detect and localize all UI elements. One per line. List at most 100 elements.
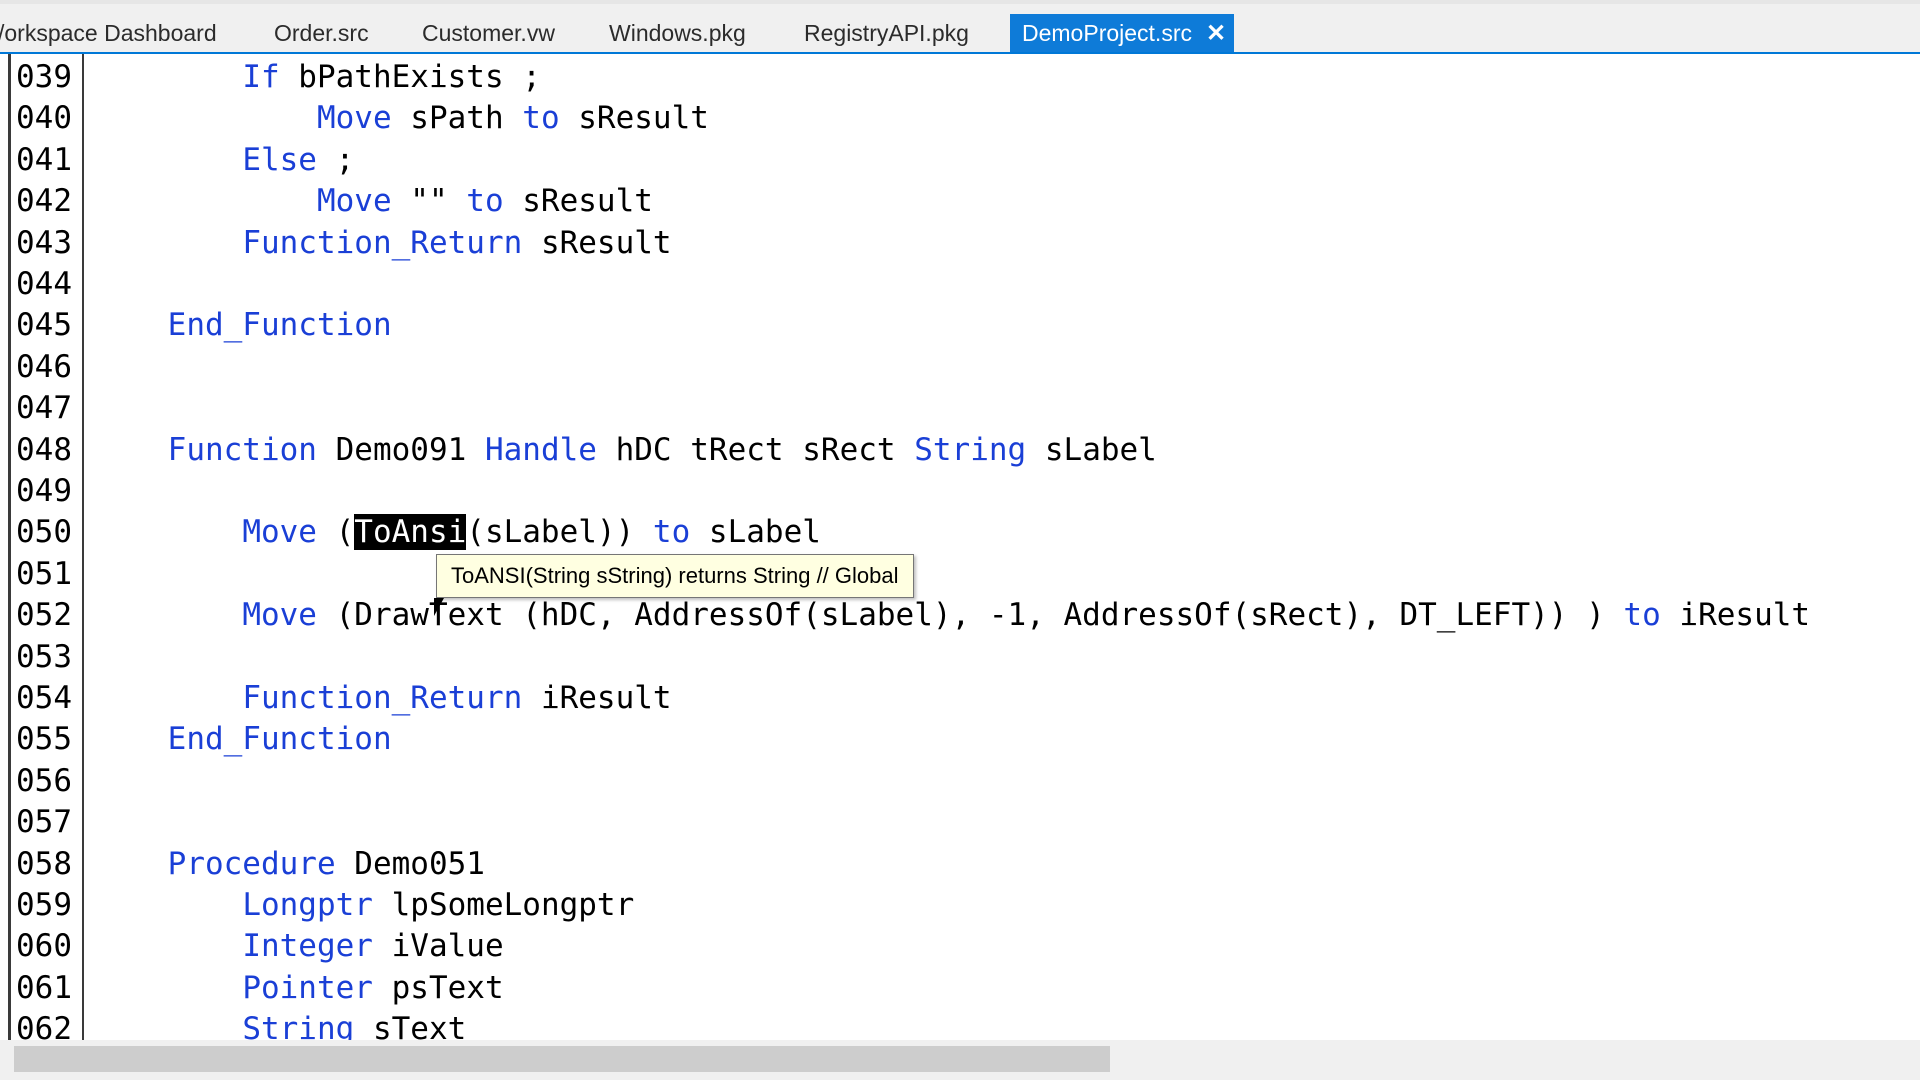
keyword-token: Move	[242, 597, 317, 634]
tab-windows-pkg[interactable]: Windows.pkg	[609, 14, 746, 52]
keyword-token: Procedure	[167, 845, 336, 882]
tab-registryapi-pkg[interactable]: RegistryAPI.pkg	[804, 14, 969, 52]
tab-demoproject-src[interactable]: DemoProject.src ✕	[1010, 14, 1234, 52]
keyword-token: End_Function	[167, 721, 392, 758]
code-token: sResult	[522, 224, 672, 261]
line-number: 047	[16, 390, 72, 427]
close-icon[interactable]: ✕	[1206, 15, 1226, 53]
line-number: 053	[16, 638, 72, 675]
code-line[interactable]: Longptr lpSomeLongptr	[93, 885, 634, 926]
code-token: sPath	[391, 100, 523, 137]
code-token: lpSomeLongptr	[372, 887, 635, 923]
code-line[interactable]: Function Demo091 Handle hDC tRect sRect …	[93, 430, 1157, 471]
code-token: Demo051	[335, 845, 485, 882]
code-line[interactable]: Move (DrawText (hDC, AddressOf(sLabel), …	[93, 595, 1810, 636]
line-number: 044	[16, 266, 72, 302]
keyword-token: to	[522, 100, 560, 137]
selected-token: ToAnsi	[354, 514, 467, 551]
code-token: ""	[391, 183, 467, 220]
code-line[interactable]: If bPathExists ;	[93, 57, 541, 98]
code-line[interactable]: Move "" to sResult	[93, 181, 653, 222]
keyword-token: Move	[242, 514, 317, 551]
code-token: sLabel	[690, 514, 821, 551]
code-token: psText	[372, 969, 504, 1006]
line-number: 055	[16, 721, 72, 758]
code-line[interactable]: Move sPath to sResult	[93, 98, 709, 139]
tab-bar: /orkspace Dashboard Order.src Customer.v…	[0, 0, 1920, 54]
keyword-token: String	[914, 431, 1027, 468]
keyword-token: Move	[316, 100, 392, 137]
line-number: 039	[16, 59, 72, 95]
code-editor[interactable]: 039 If bPathExists ; 040 Move sPath to sR…	[0, 54, 1920, 1047]
keyword-token: End_Function	[167, 307, 392, 344]
keyword-token: Else	[242, 141, 317, 178]
code-token: Demo091	[316, 431, 485, 468]
code-line[interactable]: Move (ToAnsi(sLabel)) to sLabel	[93, 512, 821, 553]
line-number: 048	[16, 431, 72, 468]
tab-workspace-dashboard[interactable]: /orkspace Dashboard	[0, 14, 217, 52]
line-number: 061	[16, 969, 72, 1006]
line-number: 058	[16, 845, 72, 882]
line-number: 046	[16, 348, 72, 385]
line-number: 060	[16, 928, 72, 965]
code-token: hDC tRect sRect	[596, 431, 915, 468]
code-line[interactable]: Function_Return sResult	[93, 223, 672, 264]
keyword-token: Longptr	[242, 887, 373, 923]
line-number: 059	[16, 887, 72, 923]
line-number: 052	[16, 597, 72, 634]
line-number: 056	[16, 762, 72, 799]
code-line[interactable]: Integer iValue	[93, 926, 504, 967]
keyword-token: Function_Return	[242, 680, 523, 716]
code-token: sResult	[559, 100, 709, 137]
line-number: 042	[16, 183, 72, 220]
line-number: 051	[16, 555, 72, 592]
scrollbar-thumb[interactable]	[14, 1046, 1110, 1072]
keyword-token: Pointer	[242, 969, 373, 1006]
code-token: (DrawText (hDC, AddressOf(sLabel), -1, A…	[316, 597, 1624, 634]
keyword-token: Integer	[242, 928, 373, 965]
code-token: (sLabel))	[466, 514, 653, 551]
code-token: sLabel	[1026, 431, 1157, 468]
line-number: 049	[16, 473, 72, 509]
code-line[interactable]: Else ;	[93, 140, 354, 181]
code-token: iValue	[372, 928, 504, 965]
function-signature-tooltip: ToANSI(String sString) returns String //…	[436, 554, 914, 598]
code-token: bPathExists ;	[279, 59, 541, 95]
line-number: 040	[16, 100, 72, 137]
keyword-token: Handle	[484, 431, 597, 468]
code-line[interactable]: Procedure Demo051	[93, 844, 485, 885]
code-line[interactable]: End_Function	[93, 305, 392, 346]
tab-customer-vw[interactable]: Customer.vw	[422, 14, 555, 52]
tab-order-src[interactable]: Order.src	[274, 14, 369, 52]
tab-label: DemoProject.src	[1022, 20, 1192, 46]
line-number: 054	[16, 680, 72, 716]
code-token: (	[316, 514, 355, 551]
keyword-token: Move	[316, 183, 392, 220]
code-line[interactable]: Pointer psText	[93, 968, 504, 1009]
code-line[interactable]: Function_Return iResult	[93, 678, 671, 719]
code-token: ;	[316, 141, 355, 178]
horizontal-scrollbar[interactable]	[0, 1040, 1920, 1080]
keyword-token: to	[652, 514, 691, 551]
keyword-token: to	[1623, 597, 1661, 634]
code-token: sResult	[503, 183, 653, 220]
line-number: 057	[16, 804, 72, 841]
line-number: 041	[16, 141, 72, 178]
code-line[interactable]: End_Function	[93, 719, 392, 760]
line-number: 043	[16, 224, 72, 261]
keyword-token: If	[242, 59, 280, 95]
keyword-token: to	[466, 183, 504, 220]
mouse-pointer-icon	[434, 598, 444, 616]
